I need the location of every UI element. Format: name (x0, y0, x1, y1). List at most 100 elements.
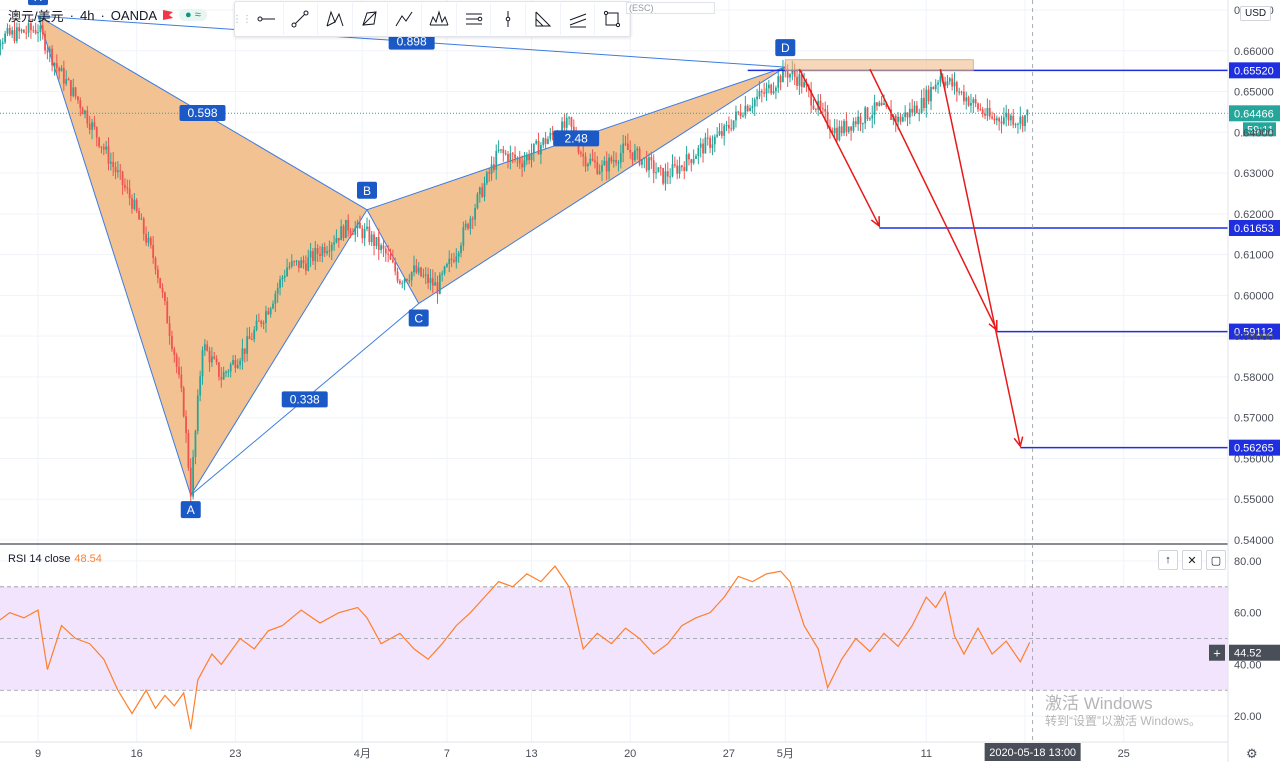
rectangle-tool[interactable] (595, 3, 631, 35)
candle-body (366, 226, 368, 229)
fib-retracement-tool[interactable] (526, 3, 561, 35)
candle-body (23, 29, 25, 33)
candle-body (293, 261, 296, 263)
candle-body (380, 245, 382, 250)
candle-body (220, 377, 223, 380)
candle-body (241, 348, 244, 361)
candle-body (836, 127, 838, 141)
market-status-icon[interactable]: ● ≈ (179, 9, 207, 21)
candle-body (730, 128, 733, 130)
candle-body (704, 137, 707, 154)
candle-body (1012, 115, 1015, 125)
time-tick-label: 27 (723, 748, 735, 760)
symbol-header[interactable]: 澳元/美元 · 4h · OANDA ● ≈ (0, 0, 207, 30)
head-shoulders-tool[interactable] (422, 3, 457, 35)
candle-body (168, 323, 171, 337)
candle-body (460, 245, 462, 254)
rsi-pane (0, 565, 1228, 730)
settings-gear-icon[interactable]: ⚙ (1246, 746, 1258, 762)
flag-icon[interactable] (163, 10, 174, 20)
candle-body (180, 374, 183, 388)
candle-body (925, 89, 928, 109)
candle-body (946, 81, 949, 86)
candle-body (305, 263, 307, 271)
rsi-legend[interactable]: RSI 14 close 48.54 (8, 553, 102, 565)
source-label: OANDA (110, 7, 158, 23)
candle-body (384, 248, 387, 254)
candle-body (904, 112, 907, 118)
candle-body (854, 121, 857, 125)
xabcd-pattern-tool[interactable] (318, 3, 353, 35)
candle-body (749, 108, 751, 111)
candle-body (955, 82, 958, 92)
candle-body (702, 143, 704, 154)
candle-body (201, 350, 204, 377)
candle-body (232, 360, 234, 365)
candle-body (72, 87, 75, 96)
candle-body (4, 33, 6, 43)
cypher-pattern-tool[interactable] (353, 3, 388, 35)
candle-body (525, 154, 528, 161)
candle-body (274, 293, 277, 304)
candle-body (897, 116, 899, 123)
move-up-button[interactable]: ↑ (1158, 550, 1178, 570)
candle-body (720, 131, 723, 136)
candle-body (415, 265, 418, 273)
candle-body (438, 274, 441, 294)
candle-body (657, 167, 660, 173)
candle-body (112, 161, 115, 167)
candle-body (394, 262, 397, 272)
candle-body (246, 336, 249, 354)
candle-body (589, 158, 592, 164)
candle-body (652, 160, 655, 174)
candle-body (495, 150, 498, 170)
dot-separator: · (100, 7, 105, 23)
candle-body (563, 121, 566, 128)
currency-button[interactable]: USD (1240, 6, 1272, 21)
close-pane-button[interactable]: ✕ (1182, 550, 1202, 570)
candle-body (363, 228, 366, 239)
trend-line-tool[interactable] (284, 3, 319, 35)
candle-body (798, 74, 801, 86)
candle-body (272, 303, 274, 309)
candle-body (493, 164, 495, 170)
candle-body (488, 172, 491, 174)
candle-body (767, 84, 770, 89)
candle-body (248, 336, 251, 340)
candle-body (673, 164, 676, 166)
candle-body (62, 67, 65, 84)
candle-body (86, 110, 89, 124)
candle-body (46, 50, 49, 53)
candle-body (549, 132, 552, 140)
candle-body (236, 365, 239, 368)
candle-body (194, 430, 197, 457)
abcd-pattern-tool[interactable] (388, 3, 423, 35)
candle-body (20, 29, 23, 32)
candle-body (723, 125, 726, 136)
candle-body (140, 218, 143, 220)
maximize-pane-button[interactable]: ▢ (1206, 550, 1226, 570)
candle-body (117, 170, 119, 173)
candle-body (728, 124, 730, 129)
candle-body (462, 227, 465, 246)
vertical-line-tool[interactable] (491, 3, 527, 35)
chart-canvas[interactable]: XABCD0.5980.3382.480.898 0.655200.616530… (0, 0, 1280, 762)
elliott-wave-tool[interactable] (457, 3, 492, 35)
candle-body (540, 145, 542, 155)
candle-body (88, 123, 91, 130)
candle-body (161, 287, 164, 293)
symbol-name[interactable]: 澳元/美元 (8, 6, 64, 25)
interval-label[interactable]: 4h (80, 8, 94, 23)
candle-body (610, 157, 613, 162)
candle-body (916, 105, 918, 114)
candle-body (239, 360, 241, 366)
horizontal-ray-tool[interactable] (249, 3, 284, 35)
candle-body (95, 127, 98, 138)
pattern-point-label: A (187, 503, 195, 517)
candle-body (417, 267, 420, 273)
drag-handle-icon[interactable]: ⋮⋮ (232, 2, 252, 36)
parallel-channel-tool[interactable] (561, 3, 596, 35)
ratio-label: 0.338 (290, 392, 320, 406)
candle-body (859, 116, 862, 124)
candle-body (457, 253, 460, 257)
